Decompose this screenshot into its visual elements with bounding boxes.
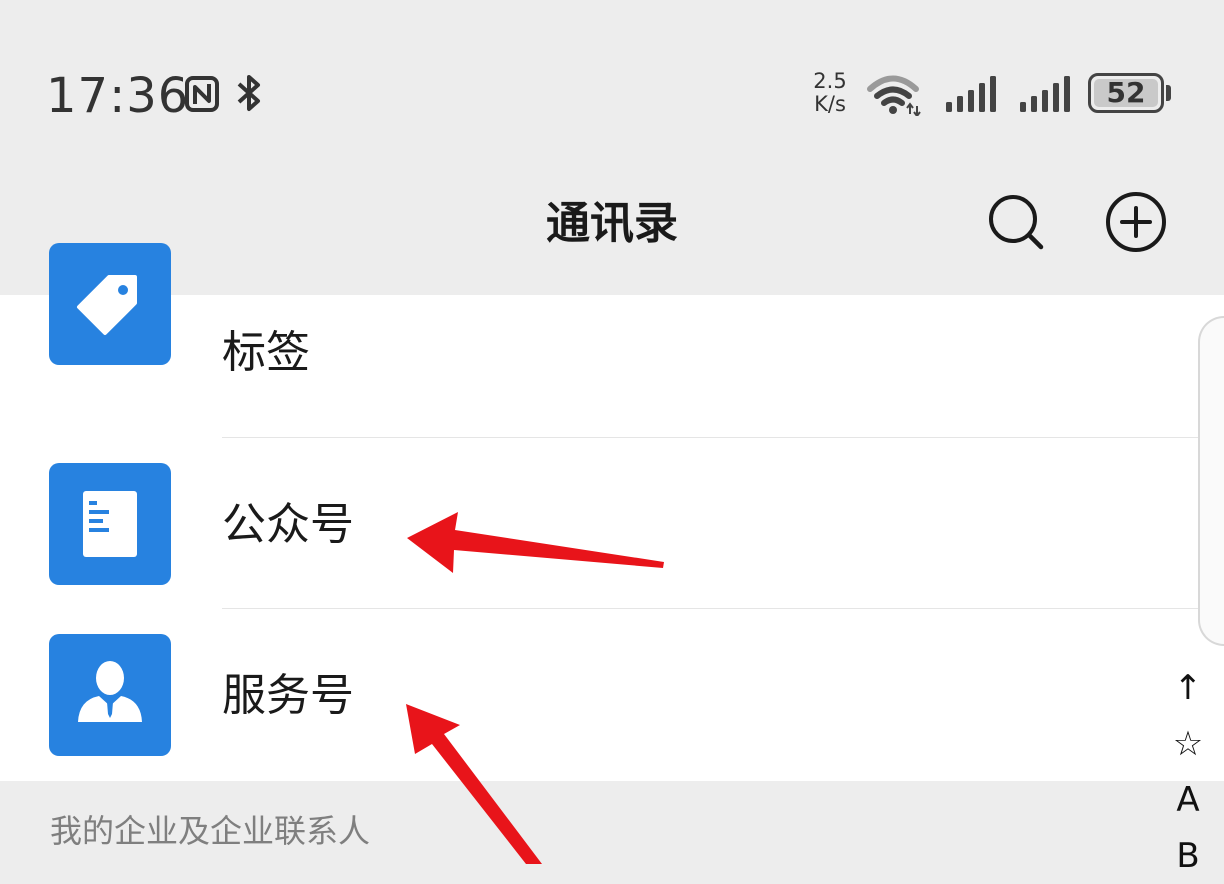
- wifi-icon: [867, 75, 921, 116]
- list-item-official-accounts[interactable]: 公众号: [0, 438, 1224, 609]
- list-item-tags[interactable]: 标签: [0, 243, 1224, 414]
- index-item-a[interactable]: A: [1162, 772, 1214, 828]
- battery-tip: [1166, 85, 1171, 101]
- list-item-label: 公众号: [222, 499, 354, 550]
- section-header-enterprise: 我的企业及企业联系人: [50, 812, 371, 850]
- index-item-top[interactable]: ↑: [1162, 660, 1214, 716]
- bluetooth-icon: [237, 75, 260, 111]
- speed-unit: K/s: [814, 92, 846, 116]
- status-time: 17:36: [46, 68, 190, 124]
- nfc-icon: [185, 76, 219, 112]
- list-item-label: 标签: [222, 327, 310, 378]
- battery-level: 52: [1106, 76, 1146, 109]
- cellular-signal-icon: [1020, 76, 1070, 112]
- speed-value: 2.5: [813, 69, 847, 93]
- alphabet-index-bar[interactable]: ↑ ☆ A B: [1162, 660, 1214, 884]
- tag-icon: [49, 243, 171, 365]
- index-item-b[interactable]: B: [1162, 828, 1214, 884]
- list-item-label: 服务号: [222, 670, 354, 721]
- network-speed: 2.5 K/s: [806, 70, 854, 116]
- status-bar: 17:36 2.5 K/s 52: [0, 0, 1224, 150]
- person-icon: [49, 634, 171, 756]
- document-icon: [49, 463, 171, 585]
- contacts-function-list: 标签 公众号 服务号: [0, 243, 1224, 781]
- list-item-service-accounts[interactable]: 服务号: [0, 609, 1224, 780]
- cellular-signal-icon: [946, 76, 996, 112]
- battery-icon: 52: [1088, 73, 1164, 113]
- edge-panel-handle[interactable]: [1198, 316, 1224, 646]
- index-item-star[interactable]: ☆: [1162, 716, 1214, 772]
